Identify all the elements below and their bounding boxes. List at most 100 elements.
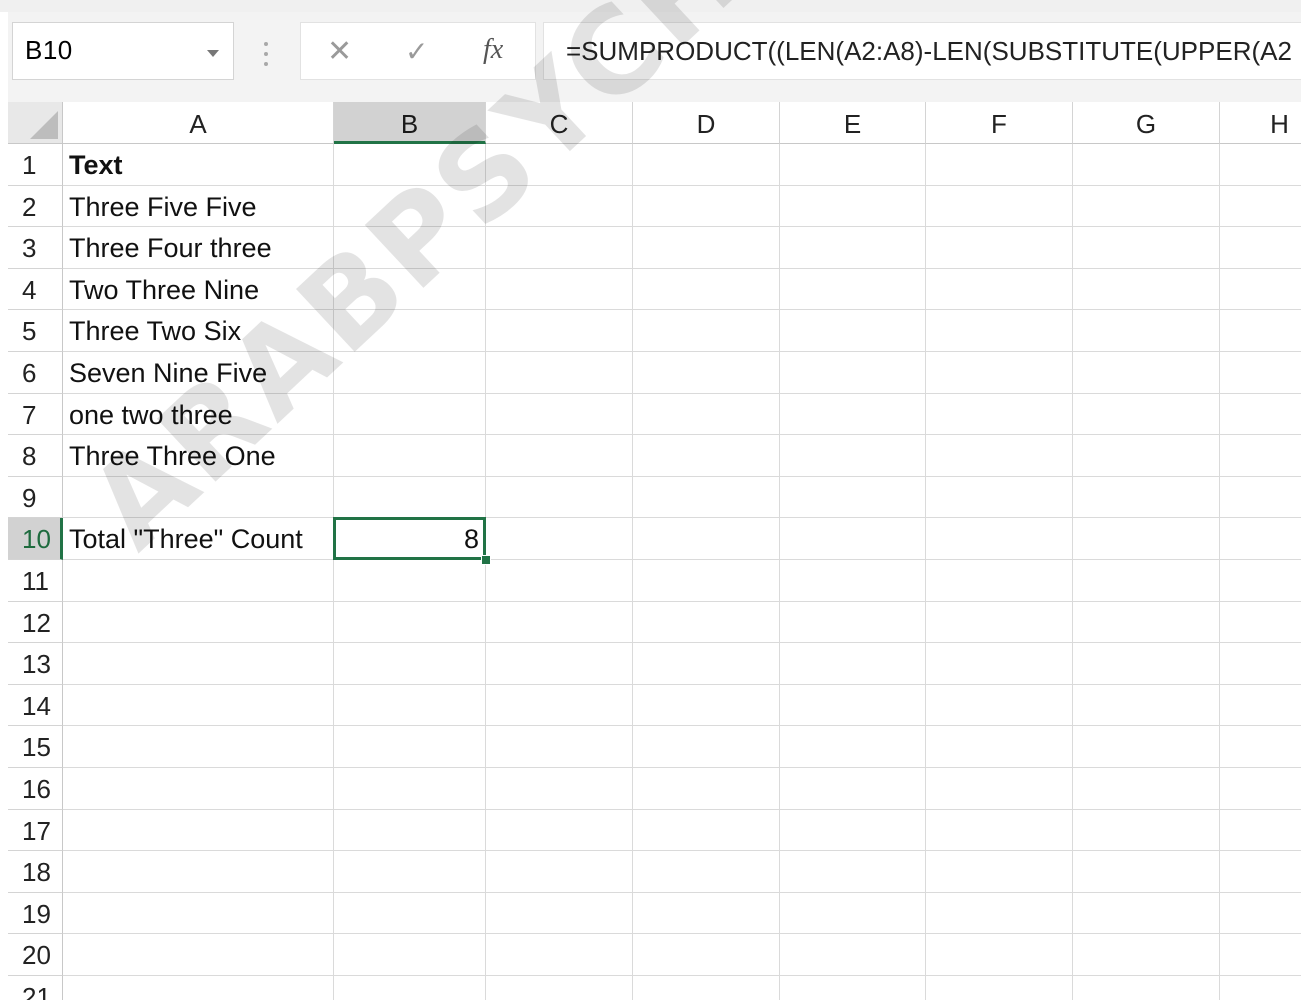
cell-d21[interactable] (633, 976, 780, 1000)
cell-e5[interactable] (780, 310, 926, 352)
cell-e19[interactable] (780, 892, 926, 935)
cell-c1[interactable] (486, 144, 633, 186)
row-header-12[interactable]: 12 (8, 601, 63, 644)
fill-handle[interactable] (481, 555, 491, 565)
cell-g17[interactable] (1073, 809, 1220, 852)
cell-f16[interactable] (926, 768, 1073, 810)
cell-e7[interactable] (780, 393, 926, 436)
cell-b15[interactable] (334, 726, 486, 768)
cell-d17[interactable] (633, 809, 780, 852)
cell-g15[interactable] (1073, 726, 1220, 768)
cell-f14[interactable] (926, 684, 1073, 727)
cell-a18[interactable] (63, 851, 334, 893)
row-header-13[interactable]: 13 (8, 643, 63, 685)
row-header-5[interactable]: 5 (8, 310, 63, 352)
cell-b1[interactable] (334, 144, 486, 186)
cell-g3[interactable] (1073, 227, 1220, 269)
cell-a19[interactable] (63, 892, 334, 935)
cell-g6[interactable] (1073, 352, 1220, 394)
cell-a6[interactable]: Seven Nine Five (63, 352, 334, 394)
cell-a7[interactable]: one two three (63, 393, 334, 436)
formula-input[interactable]: =SUMPRODUCT((LEN(A2:A8)-LEN(SUBSTITUTE(U… (543, 22, 1301, 80)
cell-e17[interactable] (780, 809, 926, 852)
cell-b21[interactable] (334, 976, 486, 1000)
cell-d7[interactable] (633, 393, 780, 436)
cell-a8[interactable]: Three Three One (63, 435, 334, 477)
cell-b18[interactable] (334, 851, 486, 893)
row-header-15[interactable]: 15 (8, 726, 63, 768)
cell-h7[interactable] (1220, 394, 1301, 436)
cell-b5[interactable] (334, 310, 486, 352)
cell-g16[interactable] (1073, 768, 1220, 810)
cell-f10[interactable] (926, 518, 1073, 560)
cell-g1[interactable] (1073, 144, 1220, 186)
cell-f19[interactable] (926, 892, 1073, 935)
cell-c10[interactable] (486, 518, 633, 560)
cell-c7[interactable] (486, 393, 633, 436)
cell-e9[interactable] (780, 476, 926, 519)
cell-h5[interactable] (1220, 310, 1301, 352)
enter-icon[interactable]: ✓ (405, 37, 428, 67)
cell-c19[interactable] (486, 892, 633, 935)
cell-d2[interactable] (633, 185, 780, 228)
cell-h17[interactable] (1220, 810, 1301, 852)
cell-f6[interactable] (926, 352, 1073, 394)
cell-h1[interactable] (1220, 144, 1301, 186)
row-header-17[interactable]: 17 (8, 809, 63, 852)
row-header-6[interactable]: 6 (8, 352, 63, 394)
cell-c12[interactable] (486, 601, 633, 644)
cell-f9[interactable] (926, 476, 1073, 519)
cell-g13[interactable] (1073, 643, 1220, 685)
row-header-11[interactable]: 11 (8, 560, 63, 602)
cell-b19[interactable] (334, 892, 486, 935)
cell-d3[interactable] (633, 227, 780, 269)
chevron-down-icon[interactable] (207, 50, 219, 57)
row-header-20[interactable]: 20 (8, 934, 63, 976)
cell-c14[interactable] (486, 684, 633, 727)
column-header-d[interactable]: D (633, 102, 780, 144)
cell-a1[interactable]: Text (63, 144, 334, 186)
cell-b16[interactable] (334, 768, 486, 810)
cell-h20[interactable] (1220, 934, 1301, 976)
cell-a20[interactable] (63, 934, 334, 976)
row-header-9[interactable]: 9 (8, 476, 63, 519)
cell-c9[interactable] (486, 476, 633, 519)
name-box[interactable]: B10 (12, 22, 234, 80)
cell-e8[interactable] (780, 435, 926, 477)
cell-c21[interactable] (486, 976, 633, 1000)
row-header-10[interactable]: 10 (8, 518, 63, 560)
row-header-3[interactable]: 3 (8, 227, 63, 269)
row-header-8[interactable]: 8 (8, 435, 63, 477)
cell-e1[interactable] (780, 144, 926, 186)
column-header-f[interactable]: F (926, 102, 1073, 144)
cell-f1[interactable] (926, 144, 1073, 186)
row-header-2[interactable]: 2 (8, 185, 63, 228)
cell-b11[interactable] (334, 560, 486, 602)
cell-d11[interactable] (633, 560, 780, 602)
cell-f11[interactable] (926, 560, 1073, 602)
cell-b4[interactable] (334, 268, 486, 311)
cell-h15[interactable] (1220, 726, 1301, 768)
cell-h3[interactable] (1220, 227, 1301, 269)
cell-c20[interactable] (486, 934, 633, 976)
cell-e11[interactable] (780, 560, 926, 602)
cell-a3[interactable]: Three Four three (63, 227, 334, 269)
cell-e4[interactable] (780, 268, 926, 311)
cell-b6[interactable] (334, 352, 486, 394)
column-header-h[interactable]: H (1220, 102, 1301, 144)
cancel-icon[interactable]: ✕ (327, 37, 352, 67)
grip-icon[interactable] (262, 42, 270, 70)
cell-g18[interactable] (1073, 851, 1220, 893)
cell-d10[interactable] (633, 518, 780, 560)
select-all-corner[interactable] (8, 102, 63, 144)
cell-e2[interactable] (780, 185, 926, 228)
cell-h4[interactable] (1220, 269, 1301, 311)
cell-g20[interactable] (1073, 934, 1220, 976)
cell-f7[interactable] (926, 393, 1073, 436)
cell-g19[interactable] (1073, 892, 1220, 935)
cell-e20[interactable] (780, 934, 926, 976)
cell-g4[interactable] (1073, 268, 1220, 311)
cell-h21[interactable] (1220, 976, 1301, 1000)
cell-h14[interactable] (1220, 685, 1301, 727)
cell-g9[interactable] (1073, 476, 1220, 519)
